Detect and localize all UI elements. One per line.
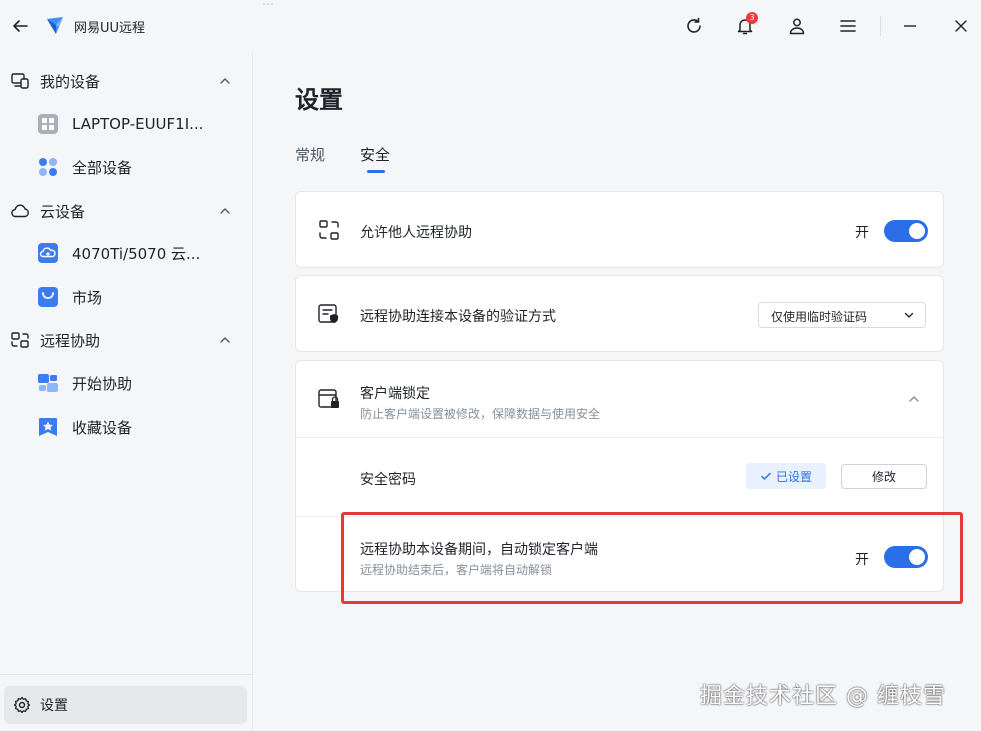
bag-icon <box>36 285 60 309</box>
client-lock-card: 客户端锁定 防止客户端设置被修改，保障数据与使用安全 安全密码 已设置 修改 远… <box>295 360 944 592</box>
main-content: 设置 常规 安全 允许他人远程协助 开 远程协助连接本设备的验证方式 仅使用临时… <box>254 52 981 731</box>
toggle-knob <box>909 223 925 239</box>
chevron-up-icon[interactable] <box>216 202 234 220</box>
allow-remote-title: 允许他人远程协助 <box>360 225 472 241</box>
devices-icon <box>10 71 30 91</box>
minimize-icon[interactable] <box>898 14 922 38</box>
sidebar-group-cloud-devices[interactable]: 云设备 <box>0 191 253 231</box>
sidebar-item-label: 4070Ti/5070 云... <box>72 244 201 263</box>
sidebar: 我的设备 LAPTOP-EUUF1I... 全部设备 云设备 4070Ti/50… <box>0 52 253 731</box>
assist-icon <box>36 371 60 395</box>
title-bar: 网易UU远程 … 3 <box>0 0 981 52</box>
password-set-badge: 已设置 <box>746 463 826 489</box>
star-icon <box>36 415 60 439</box>
chevron-down-icon <box>903 309 915 321</box>
app-window: 网易UU远程 … 3 我的设备 LAPTOP-EUUF1I... 全部设备 云设… <box>0 0 981 731</box>
windows-icon <box>36 112 60 136</box>
menu-icon[interactable] <box>836 14 860 38</box>
sidebar-item-cloud-pc[interactable]: 4070Ti/5070 云... <box>0 233 253 273</box>
allow-remote-card: 允许他人远程协助 开 <box>295 191 944 268</box>
titlebar-divider <box>880 16 881 36</box>
modify-password-button[interactable]: 修改 <box>841 464 927 489</box>
security-password-title: 安全密码 <box>360 472 416 488</box>
cloud-icon <box>10 201 30 221</box>
user-icon[interactable] <box>785 14 809 38</box>
bell-icon[interactable]: 3 <box>733 12 758 38</box>
page-title: 设置 <box>295 86 343 114</box>
section-divider <box>296 516 943 517</box>
auto-lock-toggle[interactable] <box>884 546 928 568</box>
remote-assist-icon <box>316 217 342 243</box>
sidebar-item-label: 开始协助 <box>72 374 133 393</box>
verify-shield-icon <box>316 301 342 327</box>
section-divider <box>296 437 943 438</box>
sidebar-item-label: 收藏设备 <box>72 418 133 437</box>
sidebar-item-market[interactable]: 市场 <box>0 277 253 317</box>
auto-lock-title: 远程协助本设备期间，自动锁定客户端 <box>360 542 598 558</box>
allow-remote-toggle[interactable] <box>884 220 928 242</box>
notification-badge: 3 <box>746 12 758 24</box>
verify-method-value: 仅使用临时验证码 <box>771 310 868 324</box>
client-lock-subtitle: 防止客户端设置被修改，保障数据与使用安全 <box>360 407 601 421</box>
check-icon <box>761 472 771 480</box>
verify-method-card: 远程协助连接本设备的验证方式 仅使用临时验证码 <box>295 275 944 352</box>
toggle-state-label: 开 <box>855 225 869 241</box>
sidebar-divider <box>0 674 253 675</box>
close-icon[interactable] <box>949 14 973 38</box>
sidebar-item-label: LAPTOP-EUUF1I... <box>72 115 204 133</box>
sidebar-item-label: 市场 <box>72 288 103 307</box>
sidebar-item-all-devices[interactable]: 全部设备 <box>0 147 253 187</box>
chevron-up-icon[interactable] <box>906 391 922 407</box>
client-lock-title: 客户端锁定 <box>360 386 430 402</box>
sidebar-group-label: 云设备 <box>40 202 86 221</box>
back-arrow-icon[interactable] <box>8 14 32 38</box>
gear-icon <box>12 695 32 715</box>
dots-grid-icon <box>36 155 60 179</box>
sidebar-item-label: 全部设备 <box>72 158 133 177</box>
toggle-state-label: 开 <box>855 552 869 568</box>
sidebar-item-label: 设置 <box>40 698 68 714</box>
sidebar-group-my-devices[interactable]: 我的设备 <box>0 61 253 101</box>
remote-assist-icon <box>10 330 30 350</box>
active-tab-indicator <box>367 170 385 173</box>
chevron-up-icon[interactable] <box>216 72 234 90</box>
toggle-knob <box>909 549 925 565</box>
cloud-pc-icon <box>36 241 60 265</box>
sidebar-item-settings[interactable]: 设置 <box>4 686 247 724</box>
verify-method-title: 远程协助连接本设备的验证方式 <box>360 309 556 325</box>
verify-method-select[interactable]: 仅使用临时验证码 <box>758 302 926 328</box>
app-logo-icon <box>44 15 66 37</box>
auto-lock-subtitle: 远程协助结束后，客户端将自动解锁 <box>360 563 553 577</box>
truncated-header-text: … <box>262 0 274 8</box>
chevron-up-icon[interactable] <box>216 331 234 349</box>
tab-general[interactable]: 常规 <box>295 144 325 165</box>
sidebar-group-label: 远程协助 <box>40 331 101 350</box>
sidebar-item-laptop[interactable]: LAPTOP-EUUF1I... <box>0 104 253 144</box>
watermark: 掘金技术社区 @ 缠枝雪 <box>700 684 946 709</box>
sidebar-item-favorites[interactable]: 收藏设备 <box>0 407 253 447</box>
tab-security[interactable]: 安全 <box>360 144 390 165</box>
lock-window-icon <box>316 386 342 412</box>
sidebar-group-remote-assist[interactable]: 远程协助 <box>0 320 253 360</box>
sidebar-item-start-assist[interactable]: 开始协助 <box>0 363 253 403</box>
refresh-icon[interactable] <box>682 14 706 38</box>
app-title: 网易UU远程 <box>74 21 146 36</box>
password-status: 已设置 <box>775 469 812 484</box>
sidebar-group-label: 我的设备 <box>40 72 101 91</box>
